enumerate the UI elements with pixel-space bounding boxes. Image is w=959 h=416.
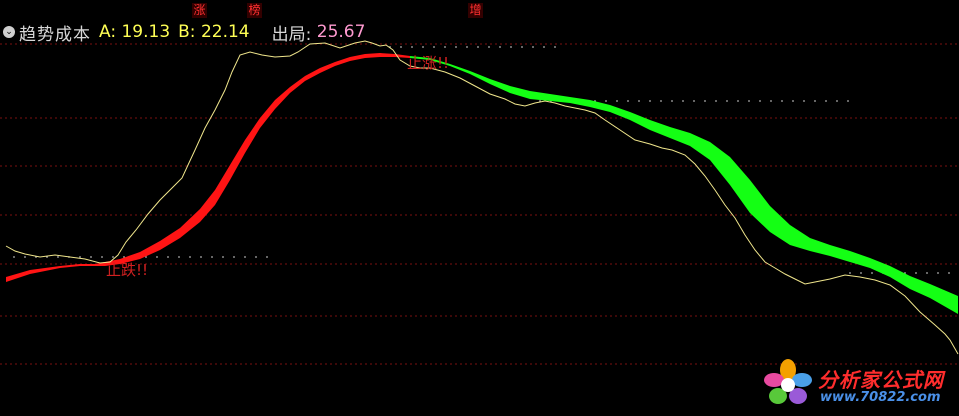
top-marker-zhang: 涨 [192, 3, 207, 18]
level-dot [554, 46, 556, 48]
level-dot [189, 256, 191, 258]
level-dot [825, 100, 827, 102]
level-dot [90, 256, 92, 258]
level-dot [400, 46, 402, 48]
level-dot [13, 256, 15, 258]
level-dot [871, 272, 873, 274]
level-dot [411, 46, 413, 48]
trend-cost-chart: 止跌!! 止涨!! [0, 40, 959, 365]
level-dot [79, 256, 81, 258]
level-dot [847, 100, 849, 102]
level-dot [57, 256, 59, 258]
indicator-name: 趋势成本 [19, 24, 91, 45]
level-dot [814, 100, 816, 102]
level-dot [682, 100, 684, 102]
level-dot [849, 272, 851, 274]
level-dot [422, 46, 424, 48]
level-dot [444, 46, 446, 48]
level-dot [477, 46, 479, 48]
level-dot [671, 100, 673, 102]
level-dot [488, 46, 490, 48]
collapse-chevron-icon[interactable]: ⌄ [3, 26, 15, 38]
level-dot [455, 46, 457, 48]
level-dot [167, 256, 169, 258]
high-signal-label: 止涨!! [407, 54, 449, 72]
level-dot [704, 100, 706, 102]
level-dot [616, 100, 618, 102]
watermark-logo: 分析家公式网 www.70822.com [760, 358, 959, 410]
level-dot [770, 100, 772, 102]
level-dot [759, 100, 761, 102]
level-dot [521, 46, 523, 48]
level-dot [748, 100, 750, 102]
level-dot [605, 100, 607, 102]
level-dot [244, 256, 246, 258]
trend-ribbon [6, 53, 958, 314]
level-dot [24, 256, 26, 258]
b-value: 22.14 [200, 22, 250, 42]
level-dot [255, 256, 257, 258]
level-dot [781, 100, 783, 102]
level-dot [627, 100, 629, 102]
price-line [5, 40, 959, 355]
exit-value: 25.67 [316, 22, 366, 42]
level-dot [156, 256, 158, 258]
level-dot [233, 256, 235, 258]
grid-lines [0, 43, 959, 365]
level-dot [112, 256, 114, 258]
a-value: 19.13 [121, 22, 171, 42]
level-dot [266, 256, 268, 258]
level-dot [737, 100, 739, 102]
a-label: A: [99, 22, 117, 42]
top-marker-bang: 榜 [247, 3, 262, 18]
level-dot [510, 46, 512, 48]
level-dot [211, 256, 213, 258]
level-dot [499, 46, 501, 48]
level-dot [915, 272, 917, 274]
level-dot [101, 256, 103, 258]
level-dot [200, 256, 202, 258]
level-dot [948, 272, 950, 274]
top-marker-zeng: 增 [468, 3, 483, 18]
level-dot [937, 272, 939, 274]
level-dot [466, 46, 468, 48]
level-dot [178, 256, 180, 258]
low-signal-label: 止跌!! [106, 261, 148, 279]
level-dot [792, 100, 794, 102]
level-dot [726, 100, 728, 102]
watermark-title: 分析家公式网 [818, 368, 944, 392]
level-dot [433, 46, 435, 48]
level-dot [660, 100, 662, 102]
level-dot [715, 100, 717, 102]
level-dot [860, 272, 862, 274]
level-dot [649, 100, 651, 102]
level-dot [836, 100, 838, 102]
level-dot [803, 100, 805, 102]
level-dot [693, 100, 695, 102]
level-dot [543, 46, 545, 48]
level-dot [638, 100, 640, 102]
exit-label: 出局: [271, 24, 312, 45]
level-dot [532, 46, 534, 48]
level-dot [926, 272, 928, 274]
flower-logo-icon [764, 359, 812, 404]
indicator-header: ⌄ 趋势成本 A: 19.13 B: 22.14 出局: 25.67 [0, 20, 366, 45]
watermark-url: www.70822.com [820, 390, 941, 405]
ribbon-rising-segment [6, 53, 410, 282]
level-dot [222, 256, 224, 258]
b-label: B: [178, 22, 196, 42]
